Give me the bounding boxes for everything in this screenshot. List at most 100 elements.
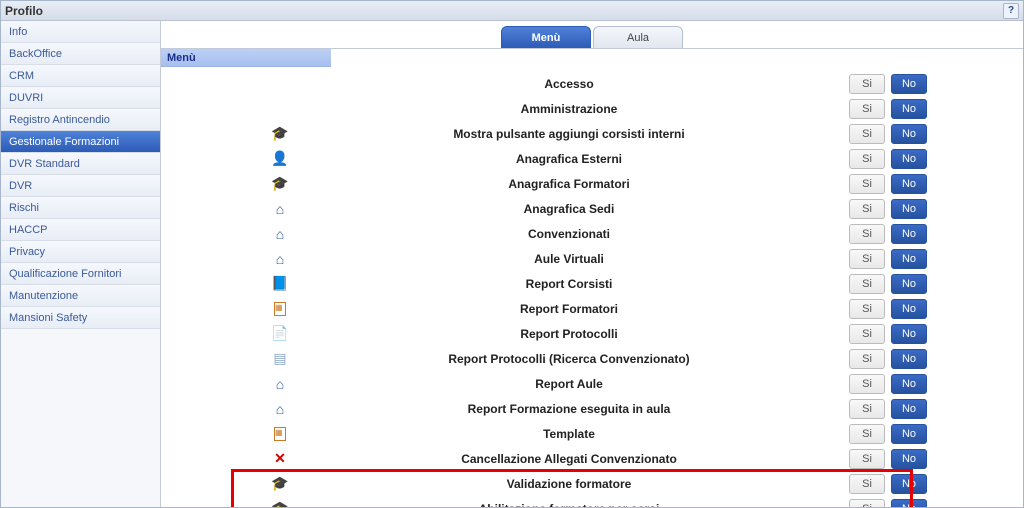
yes-button[interactable]: Si (849, 449, 885, 469)
permission-row: 🎓Validazione formatoreSiNo (161, 471, 1023, 496)
no-button[interactable]: No (891, 374, 927, 394)
yes-no-group: Si No (849, 349, 927, 369)
yes-button[interactable]: Si (849, 474, 885, 494)
yes-button[interactable]: Si (849, 499, 885, 508)
permission-label: Mostra pulsante aggiungi corsisti intern… (301, 127, 837, 141)
yes-button[interactable]: Si (849, 374, 885, 394)
permission-label: Report Formazione eseguita in aula (301, 402, 837, 416)
no-button[interactable]: No (891, 224, 927, 244)
titlebar: Profilo ? (1, 1, 1023, 21)
yes-no-group: Si No (849, 249, 927, 269)
no-button[interactable]: No (891, 474, 927, 494)
no-button[interactable]: No (891, 74, 927, 94)
no-button[interactable]: No (891, 149, 927, 169)
grey-icon: ▤ (271, 350, 289, 368)
darkhat-icon: 🎓 (271, 500, 289, 508)
yes-no-group: Si No (849, 149, 927, 169)
doc-icon: 📄 (271, 325, 289, 343)
no-button[interactable]: No (891, 449, 927, 469)
sidebar-item-3[interactable]: DUVRI (1, 87, 160, 109)
sidebar-item-13[interactable]: Mansioni Safety (1, 307, 160, 329)
yes-no-group: Si No (849, 399, 927, 419)
page-icon: ▦ (271, 300, 289, 318)
permission-label: Report Aule (301, 377, 837, 391)
no-button[interactable]: No (891, 274, 927, 294)
yes-button[interactable]: Si (849, 399, 885, 419)
yes-no-group: Si No (849, 424, 927, 444)
yes-no-group: Si No (849, 374, 927, 394)
person-icon: 👤 (271, 150, 289, 168)
permission-row: ✕ Cancellazione Allegati Convenzionato Si N… (161, 446, 1023, 471)
yes-button[interactable]: Si (849, 199, 885, 219)
yes-no-group: Si No (849, 174, 927, 194)
home-icon: ⌂ (271, 250, 289, 268)
permission-label: Anagrafica Esterni (301, 152, 837, 166)
permission-label: Report Corsisti (301, 277, 837, 291)
permission-label: Convenzionati (301, 227, 837, 241)
no-button[interactable]: No (891, 199, 927, 219)
no-button[interactable]: No (891, 299, 927, 319)
sidebar-item-10[interactable]: Privacy (1, 241, 160, 263)
home-icon: ⌂ (271, 225, 289, 243)
permission-row: 🎓Mostra pulsante aggiungi corsisti inter… (161, 121, 1023, 146)
permission-row: ⌂Report Formazione eseguita in aulaSiNo (161, 396, 1023, 421)
yes-no-group: Si No (849, 474, 927, 494)
no-button[interactable]: No (891, 249, 927, 269)
sidebar-item-4[interactable]: Registro Antincendio (1, 109, 160, 131)
yes-button[interactable]: Si (849, 99, 885, 119)
tab-0[interactable]: Menù (501, 26, 591, 48)
sidebar-item-6[interactable]: DVR Standard (1, 153, 160, 175)
no-button[interactable]: No (891, 324, 927, 344)
sidebar-item-9[interactable]: HACCP (1, 219, 160, 241)
yes-button[interactable]: Si (849, 74, 885, 94)
main-panel: MenùAula Menù AccessoSiNoAmministrazione… (161, 21, 1023, 507)
yes-no-group: Si No (849, 224, 927, 244)
permission-row: 📘 Report Corsisti Si No (161, 271, 1023, 296)
permission-label: Report Protocolli (Ricerca Convenzionato… (301, 352, 837, 366)
yes-button[interactable]: Si (849, 299, 885, 319)
help-button[interactable]: ? (1003, 3, 1019, 19)
permission-label: Report Protocolli (301, 327, 837, 341)
no-button[interactable]: No (891, 399, 927, 419)
darkhat-icon: 🎓 (271, 475, 289, 493)
yes-button[interactable]: Si (849, 149, 885, 169)
yes-no-group: Si No (849, 99, 927, 119)
permission-row: ⌂ Convenzionati Si No (161, 221, 1023, 246)
permission-label: Cancellazione Allegati Convenzionato (301, 452, 837, 466)
no-button[interactable]: No (891, 174, 927, 194)
yes-button[interactable]: Si (849, 349, 885, 369)
no-button[interactable]: No (891, 424, 927, 444)
no-button[interactable]: No (891, 349, 927, 369)
permission-row: 🎓Anagrafica FormatoriSiNo (161, 171, 1023, 196)
yes-button[interactable]: Si (849, 424, 885, 444)
yes-button[interactable]: Si (849, 174, 885, 194)
permission-row: ▦TemplateSiNo (161, 421, 1023, 446)
cross-icon: ✕ (271, 450, 289, 468)
sidebar-item-7[interactable]: DVR (1, 175, 160, 197)
book-icon: 📘 (271, 275, 289, 293)
tab-1[interactable]: Aula (593, 26, 683, 48)
window-title: Profilo (5, 4, 43, 18)
content-area: AccessoSiNoAmministrazioneSiNo🎓Mostra pu… (161, 67, 1023, 507)
sidebar-item-8[interactable]: Rischi (1, 197, 160, 219)
no-button[interactable]: No (891, 99, 927, 119)
blank-icon (271, 100, 289, 118)
sidebar-item-11[interactable]: Qualificazione Fornitori (1, 263, 160, 285)
yes-button[interactable]: Si (849, 224, 885, 244)
yes-button[interactable]: Si (849, 324, 885, 344)
sidebar-item-1[interactable]: BackOffice (1, 43, 160, 65)
permission-label: Aule Virtuali (301, 252, 837, 266)
no-button[interactable]: No (891, 124, 927, 144)
permission-row: 🎓Abilitazione formatore per corsiSiNo (161, 496, 1023, 507)
yes-button[interactable]: Si (849, 249, 885, 269)
sidebar-item-12[interactable]: Manutenzione (1, 285, 160, 307)
no-button[interactable]: No (891, 499, 927, 508)
yes-no-group: Si No (849, 499, 927, 508)
body: InfoBackOfficeCRMDUVRIRegistro Antincend… (1, 21, 1023, 507)
yes-button[interactable]: Si (849, 274, 885, 294)
sidebar-item-0[interactable]: Info (1, 21, 160, 43)
permission-row: 👤 Anagrafica Esterni Si No (161, 146, 1023, 171)
yes-button[interactable]: Si (849, 124, 885, 144)
sidebar-item-5[interactable]: Gestionale Formazioni (1, 131, 160, 153)
sidebar-item-2[interactable]: CRM (1, 65, 160, 87)
